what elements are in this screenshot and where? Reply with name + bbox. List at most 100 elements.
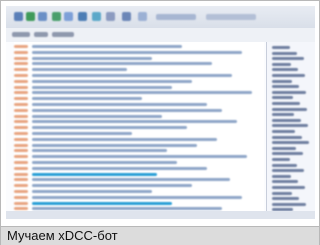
- nick-entry[interactable]: [272, 68, 298, 72]
- nick-entry[interactable]: [272, 51, 297, 55]
- chat-message: [32, 190, 152, 193]
- chat-log: [14, 42, 264, 219]
- chat-timestamp: [14, 79, 28, 83]
- nick-entry[interactable]: [272, 113, 294, 117]
- toolbar-icon[interactable]: [52, 12, 61, 21]
- chat-message: [32, 201, 172, 205]
- chat-message: [32, 195, 242, 199]
- chat-message: [32, 137, 217, 141]
- chat-message: [32, 85, 172, 89]
- tab[interactable]: [52, 32, 74, 37]
- chat-message: [32, 56, 152, 60]
- chat-timestamp: [14, 172, 28, 176]
- chat-timestamp: [14, 137, 28, 141]
- nick-entry[interactable]: [272, 130, 295, 133]
- chat-message: [32, 62, 212, 66]
- chat-message: [32, 114, 162, 118]
- nick-entry[interactable]: [272, 96, 293, 100]
- nick-entry[interactable]: [272, 197, 299, 201]
- chat-message: [32, 149, 167, 153]
- toolbar-icon[interactable]: [138, 12, 147, 21]
- toolbar-icon[interactable]: [206, 14, 256, 20]
- chat-timestamp: [14, 178, 28, 182]
- toolbar-icon[interactable]: [78, 12, 87, 21]
- chat-timestamp: [14, 149, 28, 153]
- nick-entry[interactable]: [272, 169, 304, 173]
- nick-entry[interactable]: [272, 46, 290, 49]
- nick-entry[interactable]: [272, 62, 291, 66]
- tab[interactable]: [12, 32, 30, 37]
- chat-message: [32, 74, 232, 77]
- figure-caption: Мучаем xDCC-бот: [1, 226, 319, 245]
- nick-entry[interactable]: [272, 163, 297, 167]
- chat-timestamp: [14, 108, 28, 112]
- chat-message: [32, 120, 237, 124]
- caption-text: Мучаем xDCC-бот: [7, 228, 118, 243]
- toolbar: [6, 6, 315, 28]
- nick-entry[interactable]: [272, 102, 300, 105]
- nick-entry[interactable]: [272, 90, 306, 94]
- nick-entry[interactable]: [272, 174, 291, 178]
- nick-entry[interactable]: [272, 152, 303, 156]
- nick-entry[interactable]: [272, 57, 304, 61]
- chat-timestamp: [14, 68, 28, 72]
- nick-entry[interactable]: [272, 124, 308, 128]
- chat-timestamp: [14, 155, 28, 159]
- chat-message: [32, 45, 182, 48]
- toolbar-icon[interactable]: [38, 12, 47, 21]
- chat-timestamp: [14, 126, 28, 130]
- chat-timestamp: [14, 114, 28, 118]
- toolbar-icon[interactable]: [106, 12, 115, 21]
- nick-entry[interactable]: [272, 135, 302, 139]
- chat-message: [32, 108, 222, 112]
- nick-entry[interactable]: [272, 202, 306, 206]
- chat-message: [32, 50, 242, 54]
- chat-timestamp: [14, 190, 28, 193]
- chat-timestamp: [14, 201, 28, 205]
- nick-entry[interactable]: [272, 79, 292, 83]
- chat-timestamp: [14, 50, 28, 54]
- chat-timestamp: [14, 207, 28, 211]
- chat-timestamp: [14, 74, 28, 77]
- nick-entry[interactable]: [272, 107, 307, 111]
- window-tabs: [6, 28, 315, 42]
- figure-frame: Мучаем xDCC-бот: [0, 0, 320, 245]
- chat-timestamp: [14, 56, 28, 60]
- chat-timestamp: [14, 91, 28, 95]
- chat-timestamp: [14, 184, 28, 188]
- chat-timestamp: [14, 143, 28, 147]
- chat-timestamp: [14, 97, 28, 101]
- nick-entry[interactable]: [272, 186, 305, 189]
- chat-timestamp: [14, 132, 28, 135]
- toolbar-icon[interactable]: [64, 12, 73, 21]
- chat-message: [32, 132, 132, 135]
- chat-message: [32, 91, 252, 95]
- chat-message: [32, 172, 157, 176]
- nick-entry[interactable]: [272, 158, 290, 161]
- toolbar-icon[interactable]: [122, 12, 131, 21]
- chat-message: [32, 97, 142, 101]
- nick-entry[interactable]: [272, 118, 301, 122]
- chat-message: [32, 184, 192, 188]
- chat-message: [32, 178, 230, 182]
- nick-entry[interactable]: [272, 141, 309, 145]
- nick-entry[interactable]: [272, 180, 298, 184]
- input-line[interactable]: [6, 211, 315, 219]
- nick-entry[interactable]: [272, 85, 299, 89]
- toolbar-icon[interactable]: [156, 14, 196, 20]
- toolbar-icon[interactable]: [14, 12, 23, 21]
- nick-entry[interactable]: [272, 191, 292, 195]
- chat-timestamp: [14, 195, 28, 199]
- nick-entry[interactable]: [272, 74, 305, 77]
- nick-entry[interactable]: [272, 146, 296, 150]
- chat-timestamp: [14, 62, 28, 66]
- chat-timestamp: [14, 85, 28, 89]
- toolbar-icon[interactable]: [26, 12, 35, 21]
- toolbar-icon[interactable]: [92, 12, 101, 21]
- tab[interactable]: [34, 32, 48, 37]
- chat-message: [32, 155, 247, 159]
- chat-timestamp: [14, 120, 28, 124]
- irc-client-screenshot: [6, 6, 315, 219]
- chat-message: [32, 143, 197, 147]
- chat-message: [32, 103, 207, 106]
